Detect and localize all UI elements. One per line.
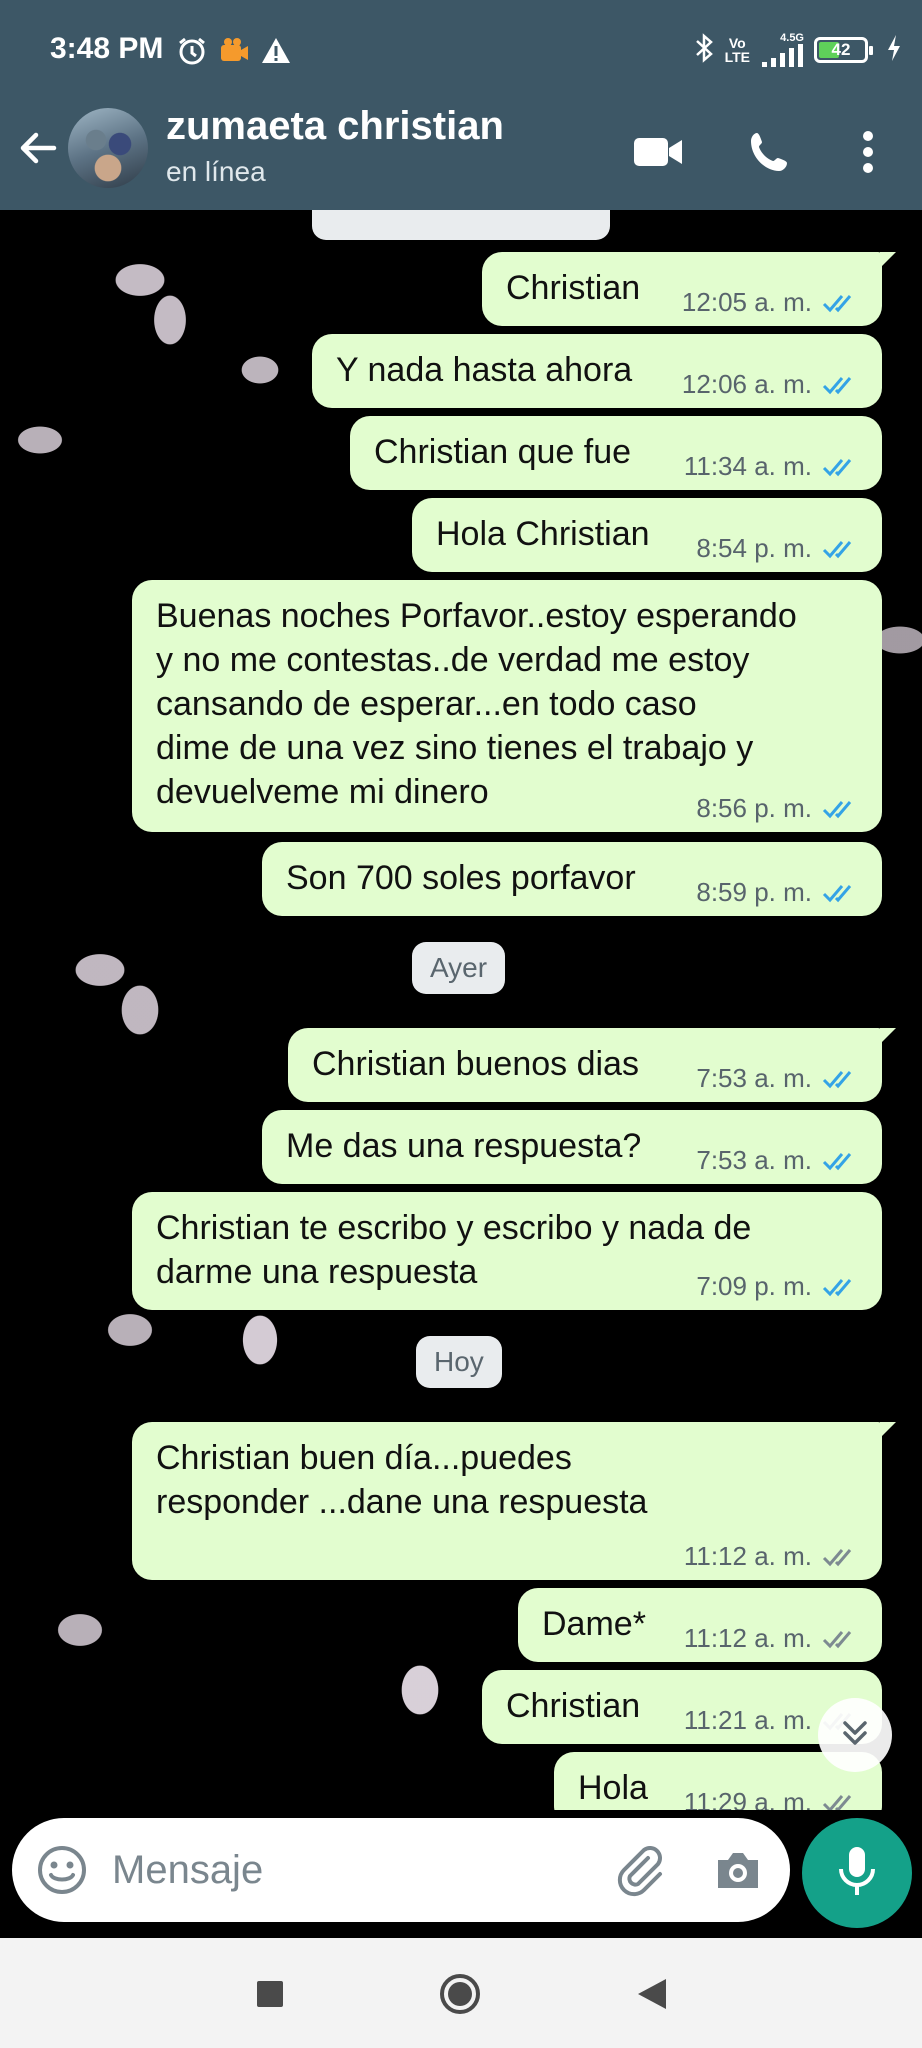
delivered-ticks-icon (822, 1794, 852, 1810)
message-input[interactable] (112, 1838, 592, 1902)
message-text: Christian buenos dias (312, 1045, 639, 1083)
message-bubble[interactable]: Son 700 soles porfavor 8:59 p. m. (262, 842, 882, 916)
recents-square-icon[interactable] (242, 1966, 298, 2022)
input-bar (0, 1810, 922, 1938)
read-ticks-icon (822, 1278, 852, 1296)
delivered-ticks-icon (822, 1548, 852, 1566)
avatar[interactable] (68, 108, 148, 188)
message-time: 11:21 a. m. (683, 1705, 812, 1735)
status-bar: 3:48 PM Vo LTE 4.5G 42 (0, 0, 922, 104)
message-time: 8:56 p. m. (696, 793, 812, 823)
home-circle-icon[interactable] (432, 1966, 488, 2022)
read-ticks-icon (822, 1152, 852, 1170)
message-bubble[interactable]: Christian buenos dias 7:53 a. m. (288, 1028, 896, 1102)
message-time: 7:09 p. m. (696, 1271, 812, 1301)
message-bubble[interactable]: Dame* 11:12 a. m. (518, 1588, 882, 1662)
message-time: 12:05 a. m. (681, 287, 812, 317)
system-nav-bar (0, 1938, 922, 2048)
message-time: 7:53 a. m. (696, 1063, 812, 1093)
alarm-icon (176, 34, 208, 68)
message-text: Christian buen día...puedes responder ..… (156, 1439, 648, 1521)
warning-icon (260, 34, 292, 68)
chat-area[interactable]: Christian 12:05 a. m. Y nada hasta ahora… (0, 210, 922, 1810)
message-text: Dame* (542, 1605, 646, 1643)
message-bubble[interactable]: Christian que fue 11:34 a. m. (350, 416, 882, 490)
message-bubble[interactable]: Me das una respuesta? 7:53 a. m. (262, 1110, 882, 1184)
chat-header: zumaeta christian en línea (0, 104, 922, 210)
battery-indicator: 42 (814, 37, 873, 63)
message-bubble[interactable]: Christian buen día...puedes responder ..… (132, 1422, 896, 1580)
date-separator-today: Hoy (416, 1336, 502, 1388)
video-call-icon[interactable] (630, 124, 686, 180)
microphone-icon (835, 1843, 879, 1904)
message-bubble[interactable]: Christian 12:05 a. m. (482, 252, 896, 326)
charging-icon (886, 34, 902, 67)
back-arrow-icon[interactable] (14, 124, 62, 172)
scroll-to-bottom-button[interactable] (818, 1698, 892, 1772)
phone-icon[interactable] (742, 124, 798, 180)
message-bubble[interactable]: Buenas noches Porfavor..estoy esperando … (132, 580, 882, 832)
emoji-icon[interactable] (36, 1844, 88, 1896)
video-app-icon (218, 34, 250, 68)
date-separator-partial (312, 210, 610, 240)
voice-message-button[interactable] (802, 1818, 912, 1928)
date-separator-yesterday: Ayer (412, 942, 506, 994)
read-ticks-icon (822, 1070, 852, 1088)
message-bubble[interactable]: Christian te escribo y escribo y nada de… (132, 1192, 882, 1310)
message-text: Buenas noches Porfavor..estoy esperando … (156, 597, 797, 811)
message-time: 11:29 a. m. (683, 1787, 812, 1810)
message-time: 8:54 p. m. (696, 533, 812, 563)
message-composer (12, 1818, 790, 1922)
message-text: Christian te escribo y escribo y nada de… (156, 1209, 752, 1291)
message-text: Son 700 soles porfavor (286, 859, 636, 897)
message-time: 11:12 a. m. (683, 1541, 812, 1571)
message-text: Hola Christian (436, 515, 650, 553)
read-ticks-icon (822, 376, 852, 394)
read-ticks-icon (822, 884, 852, 902)
message-text: Christian que fue (374, 433, 632, 471)
more-options-icon[interactable] (840, 124, 896, 180)
status-time: 3:48 PM (50, 32, 164, 65)
message-time: 8:59 p. m. (696, 877, 812, 907)
message-bubble[interactable]: Y nada hasta ahora 12:06 a. m. (312, 334, 882, 408)
back-triangle-icon[interactable] (624, 1966, 680, 2022)
network-type: Vo LTE (724, 35, 750, 65)
read-ticks-icon (822, 800, 852, 818)
read-ticks-icon (822, 540, 852, 558)
message-text: Hola (578, 1769, 648, 1807)
bluetooth-icon (693, 32, 715, 69)
message-time: 11:34 a. m. (683, 451, 812, 481)
message-time: 7:53 a. m. (696, 1145, 812, 1175)
double-chevron-down-icon (837, 1715, 873, 1756)
status-right: Vo LTE 4.5G 42 (693, 30, 902, 70)
read-ticks-icon (822, 294, 852, 312)
message-text: Me das una respuesta? (286, 1127, 642, 1165)
signal-icon: 4.5G (760, 32, 804, 68)
message-text: Y nada hasta ahora (336, 351, 633, 389)
camera-icon[interactable] (710, 1842, 766, 1898)
delivered-ticks-icon (822, 1630, 852, 1648)
message-time: 12:06 a. m. (681, 369, 812, 399)
contact-name[interactable]: zumaeta christian (166, 104, 504, 149)
message-bubble[interactable]: Hola Christian 8:54 p. m. (412, 498, 882, 572)
read-ticks-icon (822, 458, 852, 476)
paperclip-icon[interactable] (612, 1842, 668, 1898)
message-text: Christian (506, 269, 641, 307)
message-time: 11:12 a. m. (683, 1623, 812, 1653)
message-text: Christian (506, 1687, 641, 1725)
contact-status: en línea (166, 156, 266, 187)
top-bar: 3:48 PM Vo LTE 4.5G 42 zumaeta christian… (0, 0, 922, 210)
